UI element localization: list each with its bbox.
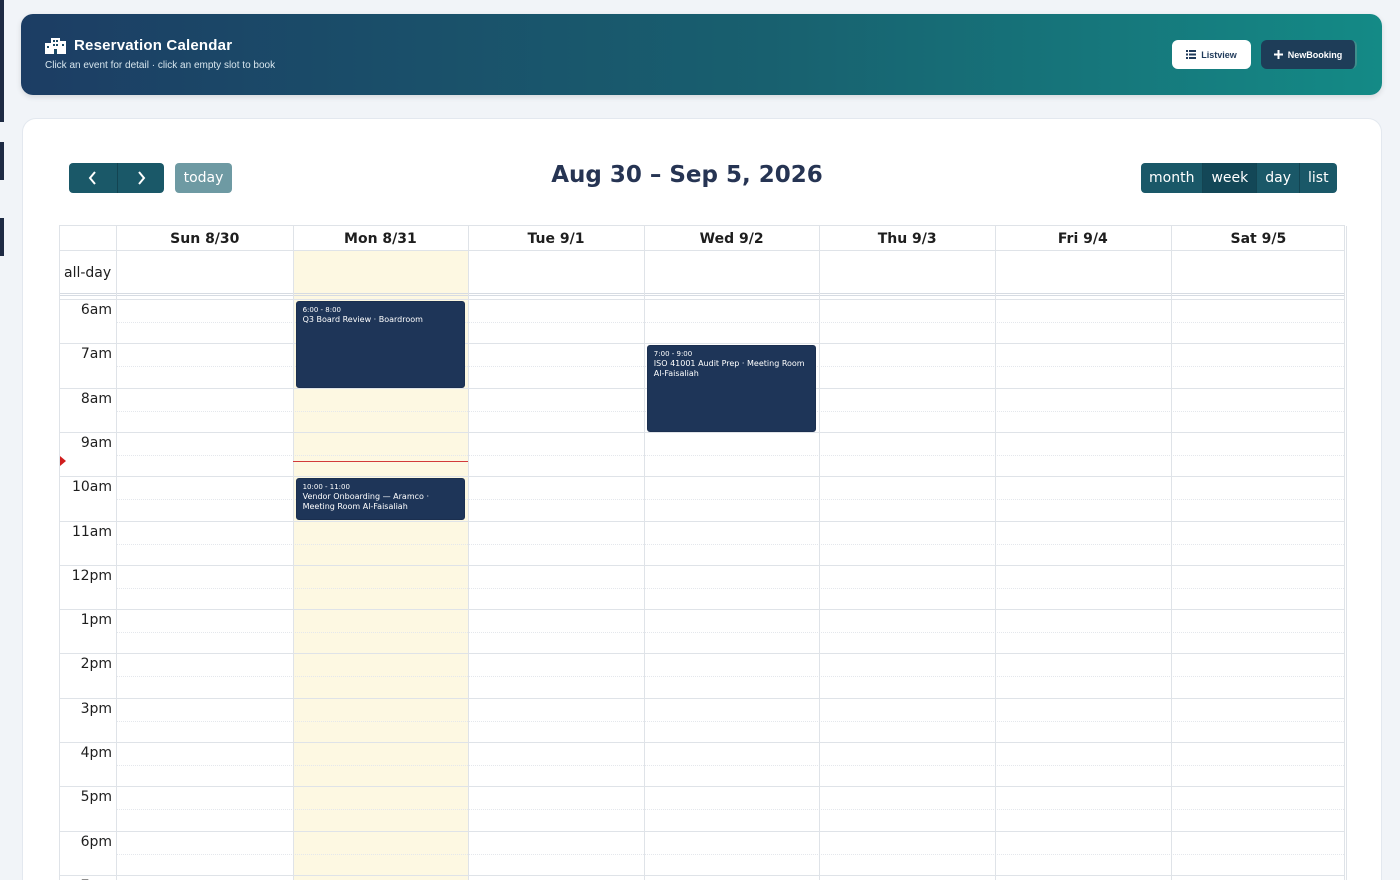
hour-row[interactable]: 5pm <box>60 786 1344 830</box>
chevron-left-icon <box>88 171 96 185</box>
hour-row[interactable]: 6am <box>60 299 1344 343</box>
listview-button[interactable]: Listview <box>1172 40 1251 69</box>
day-header-5[interactable]: Fri 9/4 <box>995 226 1171 251</box>
half-hour-line <box>117 853 1344 855</box>
list-icon <box>1186 50 1197 59</box>
hour-label: 3pm <box>80 700 112 717</box>
half-hour-line <box>117 543 1344 545</box>
page-subtitle: Click an event for detail · click an emp… <box>45 60 276 71</box>
next-button[interactable] <box>116 163 164 193</box>
column-divider <box>1346 226 1348 880</box>
chevron-right-icon <box>137 171 146 185</box>
hour-row[interactable]: 7pm <box>60 874 1344 880</box>
column-divider <box>819 226 821 880</box>
day-header-1[interactable]: Mon 8/31 <box>293 226 469 251</box>
page-title: Reservation Calendar <box>74 37 233 54</box>
view-week-button[interactable]: week <box>1202 163 1257 193</box>
hour-label: 6am <box>80 302 112 318</box>
event-title: ISO 41001 Audit Prep · Meeting Room Al-F… <box>653 359 805 379</box>
hour-label: 12pm <box>71 567 112 584</box>
hour-label: 4pm <box>80 745 112 761</box>
week-grid: Sun 8/30 Mon 8/31 Tue 9/1 Wed 9/2 Thu 9/3 Fri… <box>59 225 1348 880</box>
now-indicator-arrow <box>60 456 66 467</box>
allday-row[interactable]: all-day <box>60 251 1344 296</box>
half-hour-line <box>117 454 1344 456</box>
date-range-title: Aug 30 – Sep 5, 2026 <box>551 162 823 188</box>
now-indicator-line <box>292 461 469 463</box>
hour-label: 6pm <box>80 833 112 850</box>
nav-button-group <box>69 163 164 193</box>
day-header-6[interactable]: Sat 9/5 <box>1171 226 1347 251</box>
calendar-event[interactable]: 10:00 - 11:00 Vendor Onboarding — Aramco … <box>295 478 466 521</box>
listview-label: Listview <box>1201 49 1237 60</box>
left-edge-strip <box>0 0 4 880</box>
hour-row[interactable]: 10am <box>60 476 1344 520</box>
view-month-button[interactable]: month <box>1141 163 1203 193</box>
event-time: 6:00 - 8:00 <box>302 306 342 314</box>
hour-label: 10am <box>71 479 112 496</box>
new-booking-button[interactable]: NewBooking <box>1261 40 1357 69</box>
prev-button[interactable] <box>69 163 117 193</box>
day-header-0[interactable]: Sun 8/30 <box>117 226 293 251</box>
half-hour-line <box>117 676 1344 678</box>
calendar-event[interactable]: 6:00 - 8:00 Q3 Board Review · Boardroom <box>295 301 466 388</box>
building-icon <box>45 38 66 54</box>
hour-row[interactable]: 2pm <box>60 653 1344 697</box>
half-hour-line <box>117 587 1344 589</box>
hour-row[interactable]: 1pm <box>60 609 1344 653</box>
hour-row[interactable]: 11am <box>60 520 1344 565</box>
half-hour-line <box>117 632 1344 634</box>
calendar-card: today Aug 30 – Sep 5, 2026 month week day l… <box>22 118 1382 880</box>
hour-row[interactable]: 6pm <box>60 830 1344 875</box>
plus-icon <box>1273 50 1283 59</box>
hour-label: 11am <box>71 523 112 540</box>
half-hour-line <box>117 720 1344 722</box>
column-divider <box>292 226 294 880</box>
today-button[interactable]: today <box>175 163 232 193</box>
calendar-event[interactable]: 7:00 - 9:00 ISO 41001 Audit Prep · Meetin… <box>646 345 817 432</box>
view-day-button[interactable]: day <box>1256 163 1300 193</box>
hour-label: 8am <box>80 390 112 407</box>
column-divider <box>468 226 470 880</box>
view-list-button[interactable]: list <box>1299 163 1337 193</box>
column-divider <box>116 226 117 880</box>
event-title: Vendor Onboarding — Aramco · Meeting Roo… <box>302 492 430 512</box>
event-title: Q3 Board Review · Boardroom <box>302 315 423 324</box>
event-time: 7:00 - 9:00 <box>653 350 693 359</box>
view-switcher: month week day list <box>1141 163 1337 193</box>
new-booking-label: NewBooking <box>1287 49 1343 60</box>
hour-row[interactable]: 4pm <box>60 742 1344 786</box>
hour-label: 1pm <box>80 612 112 629</box>
day-header-4[interactable]: Thu 9/3 <box>819 226 995 251</box>
day-header-row: Sun 8/30 Mon 8/31 Tue 9/1 Wed 9/2 Thu 9/3 Fri… <box>60 226 1344 251</box>
day-header-3[interactable]: Wed 9/2 <box>644 226 820 251</box>
column-divider <box>995 226 996 880</box>
half-hour-line <box>117 809 1344 811</box>
hour-label: 5pm <box>80 789 112 806</box>
hour-row[interactable]: 12pm <box>60 564 1344 609</box>
event-time: 10:00 - 11:00 <box>302 483 350 492</box>
hour-row[interactable]: 9am <box>60 431 1344 476</box>
header-banner: Reservation Calendar Click an event for … <box>21 14 1382 95</box>
day-header-2[interactable]: Tue 9/1 <box>468 226 644 251</box>
hour-row[interactable]: 3pm <box>60 697 1344 742</box>
allday-label: all-day <box>64 265 112 281</box>
column-divider <box>643 226 645 880</box>
hour-label: 9am <box>80 434 112 451</box>
column-divider <box>1170 226 1172 880</box>
hour-label: 2pm <box>80 656 112 673</box>
half-hour-line <box>117 765 1344 766</box>
hour-label: 7am <box>80 346 112 363</box>
